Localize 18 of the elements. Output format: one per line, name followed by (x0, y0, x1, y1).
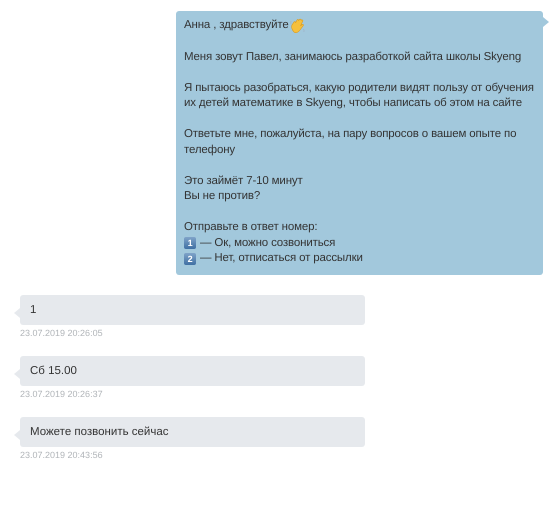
waving-hand-icon (290, 18, 306, 34)
message-text: Я пытаюсь разобраться, какую родители видят пользу от обучения их детей математике в Skyeng, чтобы написать об этом на сайте (184, 80, 535, 111)
message-text: Вы не против? (184, 189, 262, 204)
timestamp: 23.07.2019 20:43:56 (20, 450, 104, 460)
option-text: — Нет, отписаться от рассылки (200, 251, 363, 266)
message-text: Отправьте в ответ номер: (184, 220, 318, 235)
message-text: Можете позвонить сейчас (30, 426, 168, 438)
keycap-icon: 1 (184, 237, 196, 250)
greeting-text: Анна , здравствуйте (184, 18, 289, 34)
message-text: Меня зовут Павел, занимаюсь разработкой сайта школы Skyeng (184, 50, 522, 64)
keycap-icon: 2 (184, 252, 196, 265)
message-text: Ответьте мне, пожалуйста, на пару вопросов о вашем опыте по телефону (184, 127, 518, 158)
timestamp: 23.07.2019 20:26:37 (20, 388, 104, 398)
message-text: Это займёт 7-10 минут (184, 174, 304, 188)
timestamp: 23.07.2019 20:26:05 (20, 328, 104, 338)
option-text: — Ок, можно созвониться (200, 236, 336, 250)
message-text: 1 (30, 304, 36, 316)
message-text: Сб 15.00 (30, 364, 77, 376)
